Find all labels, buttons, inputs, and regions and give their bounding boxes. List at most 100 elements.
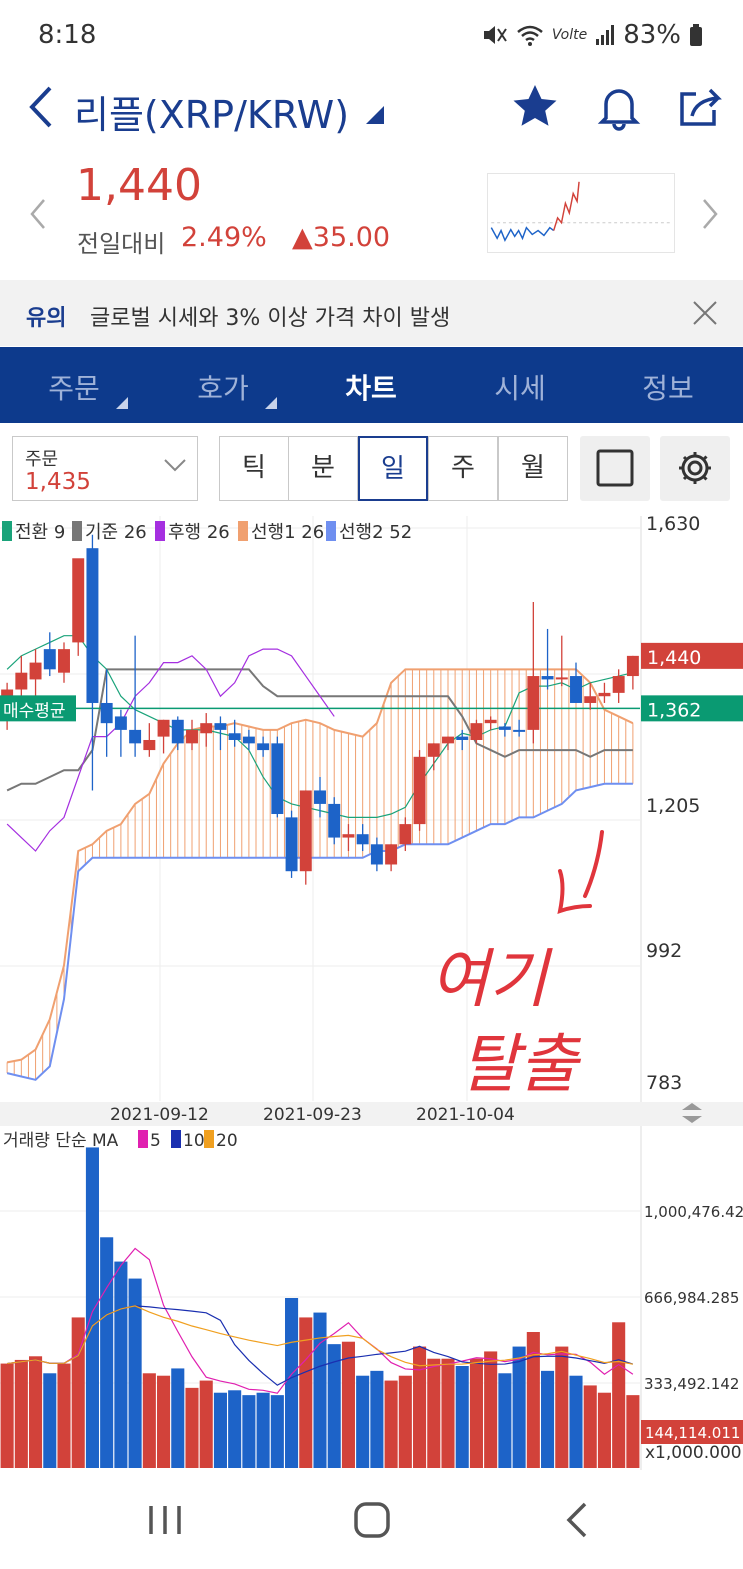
candle <box>513 729 526 732</box>
period-week[interactable]: 주 <box>428 436 498 501</box>
next-arrow-icon[interactable] <box>696 196 722 232</box>
candle <box>385 844 398 865</box>
volume-bar <box>285 1298 299 1468</box>
candle <box>114 716 127 730</box>
candle <box>72 558 85 643</box>
order-select[interactable]: 주문 1,435 <box>12 436 198 501</box>
candle <box>570 676 582 703</box>
gear-icon <box>679 452 711 484</box>
volume-bar <box>270 1395 284 1468</box>
annotation-text-2: 탈출 <box>460 1028 582 1102</box>
notice-banner: 유의 글로벌 시세와 3% 이상 가격 차이 발생 <box>0 280 743 346</box>
period-tick[interactable]: 틱 <box>219 436 289 501</box>
volume-bar <box>313 1312 327 1468</box>
star-icon[interactable] <box>510 82 560 132</box>
battery-level: 83% <box>623 20 681 50</box>
page-title[interactable]: 리플(XRP/KRW) <box>74 84 349 139</box>
volume-bar <box>612 1322 626 1468</box>
battery-icon <box>690 24 702 46</box>
volume-axis-label: 666,984.285 <box>644 1289 739 1307</box>
candle <box>612 676 625 693</box>
volume-axis-label: 1,000,476.427 <box>644 1203 743 1221</box>
caret-down-icon[interactable] <box>366 106 384 124</box>
volume-bar <box>185 1387 199 1468</box>
period-day[interactable]: 일 <box>358 436 428 501</box>
tab-orderbook[interactable]: 호가 <box>163 367 283 409</box>
fullscreen-button[interactable] <box>580 436 650 501</box>
share-icon[interactable] <box>676 82 726 132</box>
candle <box>157 719 170 737</box>
volume-bar <box>356 1375 370 1468</box>
legend-swatch <box>155 521 165 541</box>
candle <box>328 803 341 838</box>
candle <box>171 719 184 744</box>
volume-bar <box>498 1373 512 1468</box>
legend-label: 전환 9 <box>15 522 65 543</box>
chevron-down-icon <box>164 459 186 472</box>
candle <box>498 726 511 730</box>
legend-label: 후행 26 <box>168 522 230 543</box>
candle <box>100 702 113 724</box>
volume-bar <box>57 1363 71 1468</box>
volume-bar <box>626 1395 640 1468</box>
status-indicators: Volte 83% <box>482 20 703 50</box>
volume-legend-swatch <box>204 1130 214 1148</box>
settings-button[interactable] <box>660 436 730 501</box>
order-select-label: 주문 <box>25 449 59 470</box>
candle <box>86 548 99 703</box>
volume-bar <box>199 1380 213 1468</box>
notice-tag: 유의 <box>26 306 67 331</box>
candle <box>555 677 568 680</box>
candle <box>43 649 56 670</box>
volume-bar <box>569 1375 583 1468</box>
annotation-text-1: 여기 <box>430 943 553 1017</box>
price-chart[interactable]: 전환 9기준 26후행 26선행1 26선행2 521,6301,4181,20… <box>0 516 743 1470</box>
candle <box>427 743 440 757</box>
volume-bar <box>85 1147 99 1468</box>
volume-bar <box>43 1373 57 1468</box>
candle <box>228 733 241 740</box>
mini-chart[interactable] <box>487 173 675 253</box>
prev-arrow-icon[interactable] <box>26 196 52 232</box>
candle <box>584 696 597 703</box>
legend-swatch <box>238 521 248 541</box>
volume-bar <box>142 1373 156 1468</box>
candle <box>299 790 312 872</box>
recent-apps-icon[interactable] <box>145 1502 185 1538</box>
volume-legend-value: 5 <box>150 1131 161 1151</box>
volume-bar <box>469 1358 483 1468</box>
period-minute[interactable]: 분 <box>288 436 358 501</box>
volume-legend-label: 거래량 단순 MA <box>3 1131 119 1151</box>
volume-bar <box>398 1375 412 1468</box>
back-nav-icon[interactable] <box>563 1500 593 1540</box>
candle <box>541 676 554 680</box>
tab-order[interactable]: 주문 <box>14 367 134 409</box>
date-axis-label: 2021-10-04 <box>416 1105 515 1125</box>
tab-market[interactable]: 시세 <box>460 367 580 407</box>
volume-bar <box>484 1351 498 1468</box>
candle <box>399 824 412 845</box>
legend-swatch <box>72 521 82 541</box>
candle <box>356 834 369 845</box>
tab-info[interactable]: 정보 <box>608 367 728 407</box>
volume-bar <box>455 1366 469 1468</box>
candle <box>143 739 156 751</box>
signal-icon <box>596 25 615 45</box>
home-icon[interactable] <box>352 1500 392 1540</box>
tab-chart[interactable]: 차트 <box>311 367 431 407</box>
volume-bar <box>384 1380 398 1468</box>
bell-icon[interactable] <box>594 82 644 132</box>
period-month[interactable]: 월 <box>498 436 568 501</box>
candle <box>257 743 270 751</box>
candle <box>285 817 298 872</box>
close-icon[interactable] <box>692 300 718 326</box>
volume-bar <box>171 1368 185 1468</box>
status-time: 8:18 <box>38 20 97 50</box>
volume-legend-swatch <box>138 1130 148 1148</box>
candle <box>15 672 28 690</box>
back-icon[interactable] <box>22 82 62 132</box>
order-select-value: 1,435 <box>25 469 91 495</box>
candle <box>214 723 227 730</box>
avg-buy-tag-label: 매수평균 <box>3 701 66 721</box>
candle <box>58 649 70 673</box>
